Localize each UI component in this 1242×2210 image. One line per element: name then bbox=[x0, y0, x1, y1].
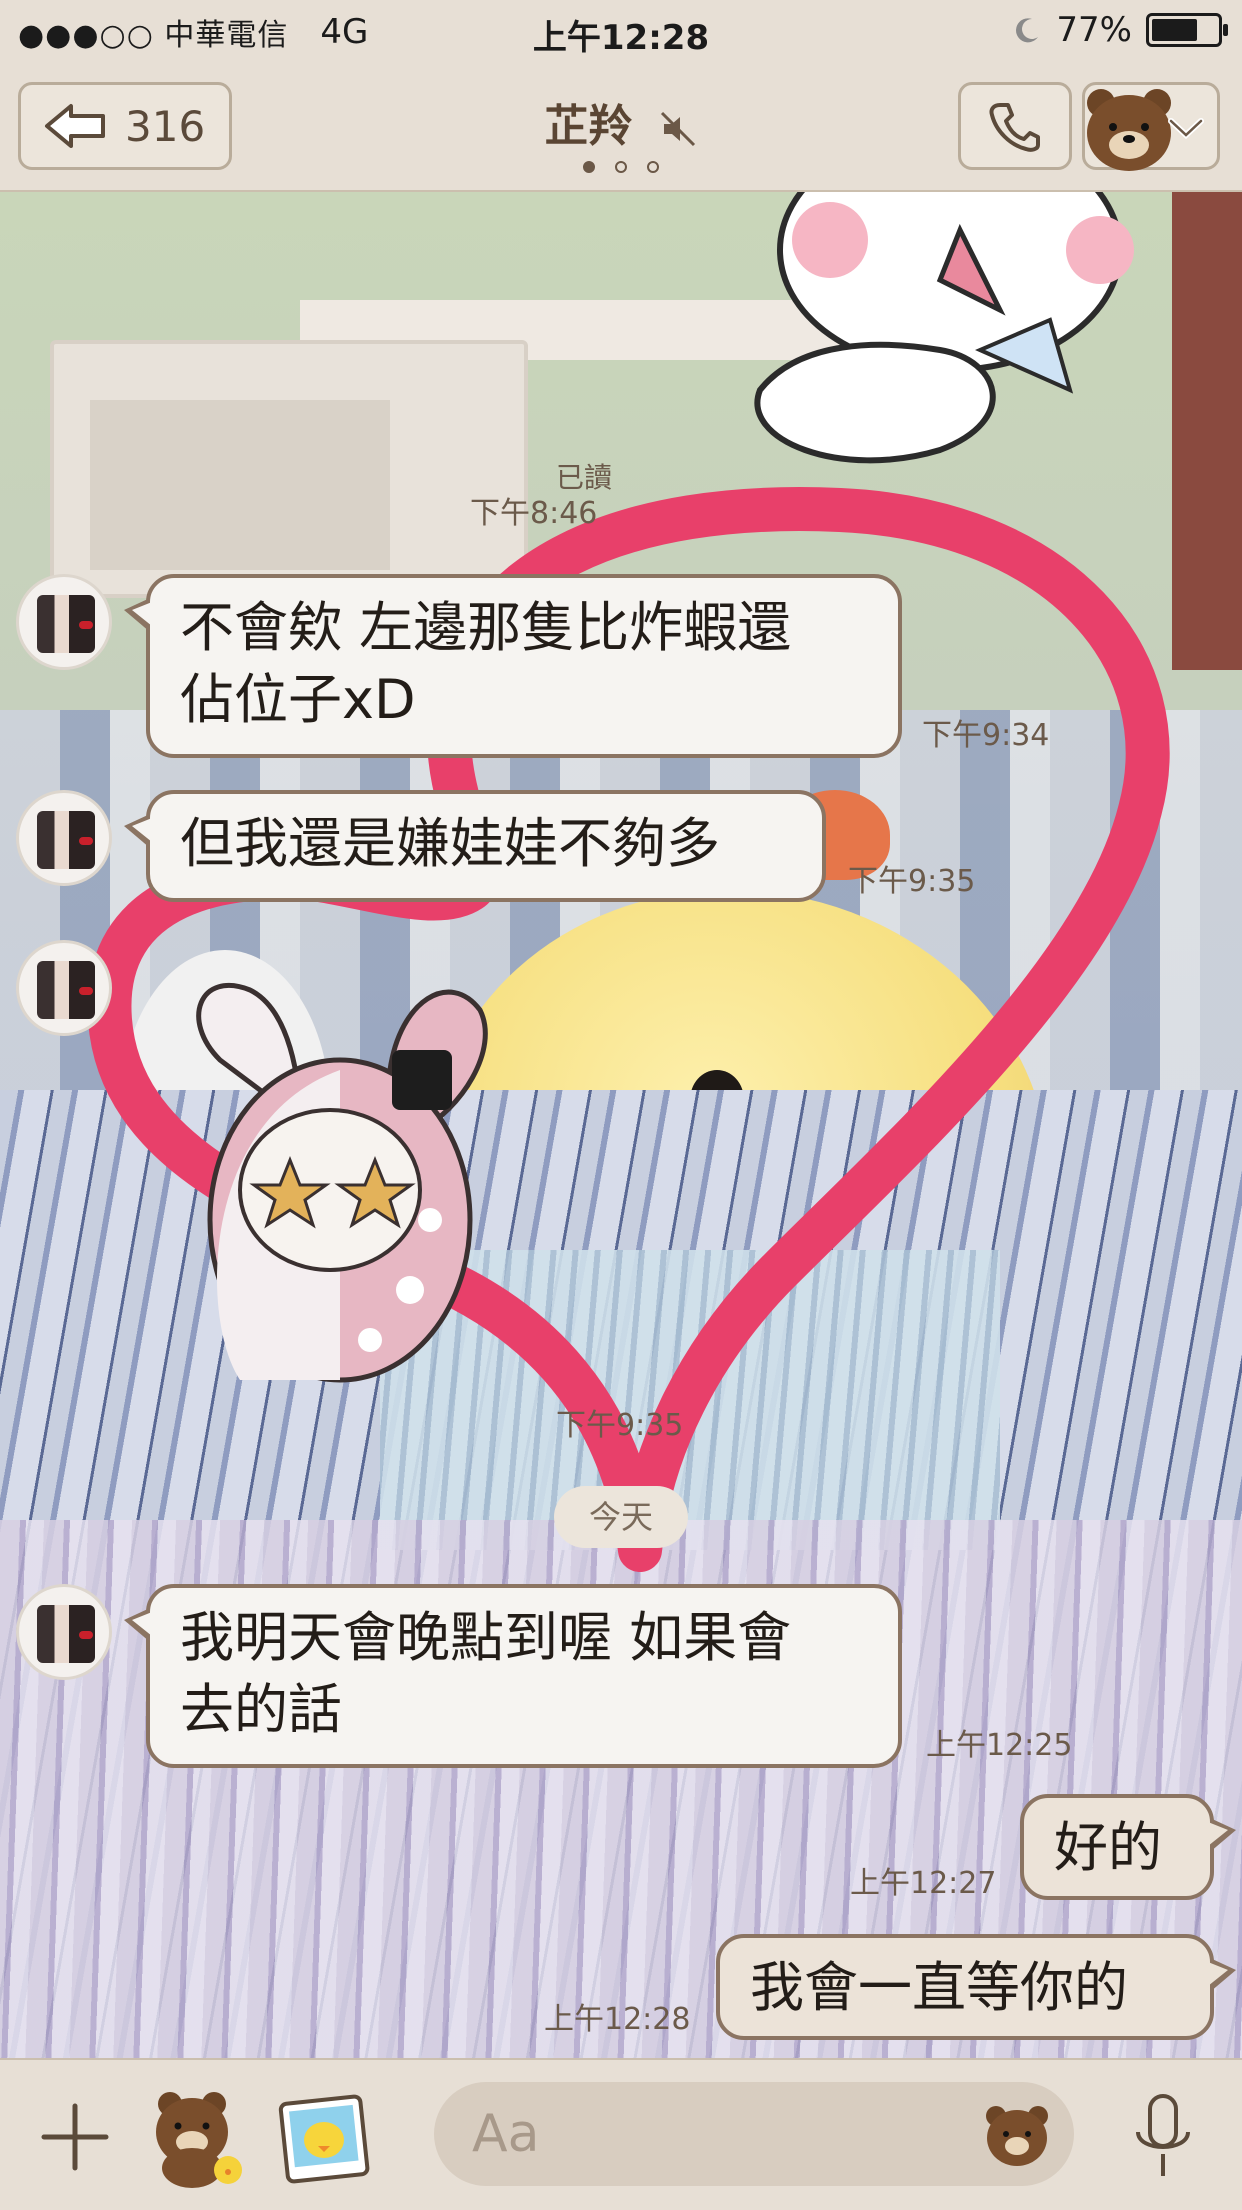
message-input[interactable]: Aa bbox=[434, 2082, 1074, 2186]
chevron-down-icon bbox=[1168, 118, 1204, 140]
page-dot bbox=[615, 161, 627, 173]
contact-avatar[interactable] bbox=[16, 940, 112, 1036]
message-text-line: 但我還是嫌娃娃不夠多 bbox=[180, 812, 720, 875]
message-time: 下午9:35 bbox=[848, 864, 976, 899]
nav-bar: 316 芷羚 bbox=[0, 62, 1242, 192]
contact-avatar[interactable] bbox=[16, 790, 112, 886]
bear-face-icon[interactable] bbox=[982, 2100, 1052, 2170]
message-time: 下午9:35 bbox=[556, 1408, 684, 1443]
contact-avatar[interactable] bbox=[16, 574, 112, 670]
call-button[interactable] bbox=[958, 82, 1072, 170]
message-text-line: 佔位子xD bbox=[180, 668, 416, 731]
incoming-message[interactable]: 但我還是嫌娃娃不夠多 bbox=[124, 790, 826, 902]
page-dot bbox=[647, 161, 659, 173]
input-bar: Aa bbox=[0, 2058, 1242, 2210]
incoming-message[interactable]: 我明天會晚點到喔 如果會 去的話 bbox=[124, 1584, 902, 1768]
contact-name: 芷羚 bbox=[544, 101, 633, 152]
phone-icon bbox=[989, 103, 1040, 152]
status-bar: ●●●○○ 中華電信 4G 上午12:28 77% bbox=[0, 0, 1242, 62]
message-time: 上午12:28 bbox=[544, 2002, 691, 2037]
menu-button[interactable] bbox=[1082, 82, 1220, 171]
message-time: 上午12:27 bbox=[850, 1866, 997, 1901]
message-time: 下午8:46 bbox=[470, 496, 598, 531]
message-text-line: 不會欸 左邊那隻比炸蝦還 bbox=[180, 596, 792, 659]
outgoing-message[interactable]: 好的 bbox=[1020, 1794, 1236, 1900]
outgoing-message[interactable]: 我會一直等你的 bbox=[716, 1934, 1236, 2040]
sally-photo-icon[interactable] bbox=[278, 2092, 370, 2184]
message-text-line: 去的話 bbox=[180, 1678, 342, 1741]
mute-speaker-icon bbox=[660, 111, 695, 147]
battery-icon bbox=[1146, 13, 1228, 47]
message-text: 我會一直等你的 bbox=[750, 1956, 1128, 2019]
plus-icon[interactable] bbox=[40, 2102, 110, 2172]
message-time: 下午9:34 bbox=[922, 718, 1050, 753]
input-placeholder: Aa bbox=[472, 2104, 540, 2164]
battery-percent: 77% bbox=[1056, 10, 1132, 50]
brown-bear-sticker-icon[interactable] bbox=[150, 2080, 246, 2190]
page-dot bbox=[583, 161, 595, 173]
contact-avatar[interactable] bbox=[16, 1584, 112, 1680]
message-text-line: 我明天會晚點到喔 如果會 bbox=[180, 1606, 792, 1669]
bear-avatar-icon bbox=[1087, 89, 1171, 171]
message-text: 好的 bbox=[1054, 1816, 1162, 1879]
message-time: 上午12:25 bbox=[926, 1728, 1073, 1763]
message-list[interactable]: 已讀 下午8:46 不會欸 左邊那隻比炸蝦還 佔位子xD 下午9:34 但我還是… bbox=[0, 190, 1242, 2058]
microphone-icon[interactable] bbox=[1130, 2092, 1196, 2182]
date-divider: 今天 bbox=[554, 1486, 688, 1548]
incoming-message[interactable]: 不會欸 左邊那隻比炸蝦還 佔位子xD bbox=[124, 574, 902, 758]
moon-icon bbox=[1016, 18, 1039, 43]
